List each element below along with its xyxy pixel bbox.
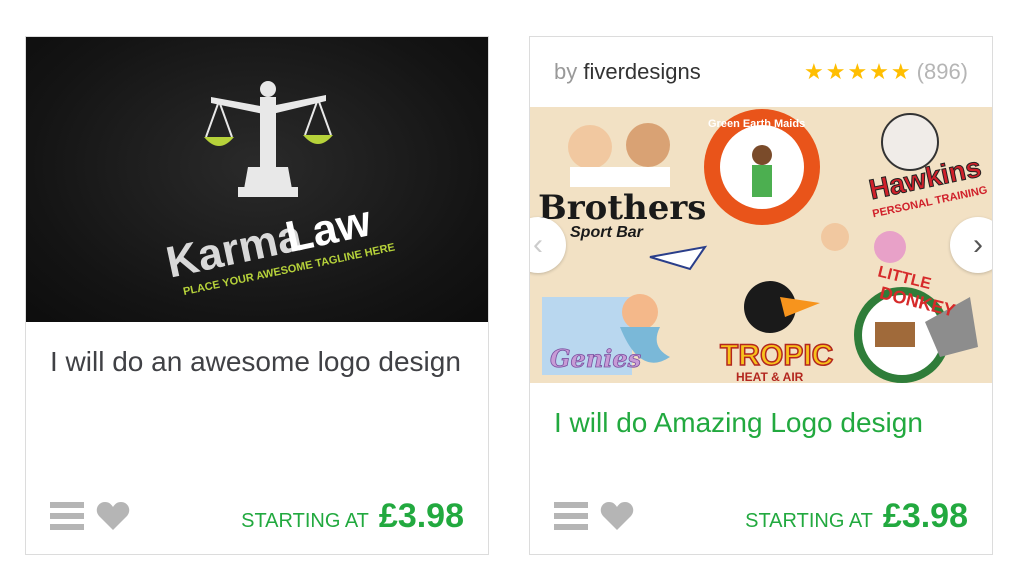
logo-green-earth-maids: Green Earth Maids bbox=[708, 118, 805, 130]
logo-brothers: Brothers bbox=[538, 188, 706, 228]
gig-title[interactable]: I will do an awesome logo design bbox=[26, 342, 488, 382]
gig-thumbnail[interactable]: Karma Law PLACE YOUR AWESOME TAGLINE HER… bbox=[26, 37, 488, 322]
gig-footer: STARTING AT £3.98 bbox=[26, 494, 488, 538]
logo-heat-air: HEAT & AIR bbox=[736, 370, 804, 383]
gig-actions bbox=[554, 501, 634, 531]
logo-collage-image: Brothers Sport Bar Green Earth Maids Haw… bbox=[538, 109, 988, 383]
gig-footer: STARTING AT £3.98 bbox=[530, 494, 992, 538]
logo-sport-bar: Sport Bar bbox=[570, 224, 644, 241]
chevron-left-icon: ‹ bbox=[533, 228, 543, 261]
heart-icon[interactable] bbox=[96, 501, 130, 531]
seller-prefix: by bbox=[554, 59, 578, 84]
collections-menu-icon[interactable] bbox=[50, 502, 84, 530]
rating: ★★★★★ (896) bbox=[804, 59, 968, 85]
starting-at-label: STARTING AT bbox=[241, 509, 369, 532]
collections-menu-icon[interactable] bbox=[554, 502, 588, 530]
gig-thumbnail[interactable]: Brothers Sport Bar Green Earth Maids Haw… bbox=[530, 107, 992, 383]
gig-title[interactable]: I will do Amazing Logo design bbox=[530, 403, 992, 443]
seller-name[interactable]: fiverdesigns bbox=[583, 59, 700, 84]
price-amount: £3.98 bbox=[882, 496, 968, 535]
price-link[interactable]: STARTING AT £3.98 bbox=[745, 497, 968, 536]
price-link[interactable]: STARTING AT £3.98 bbox=[241, 497, 464, 536]
gig-card[interactable]: Karma Law PLACE YOUR AWESOME TAGLINE HER… bbox=[25, 36, 489, 555]
price-amount: £3.98 bbox=[378, 496, 464, 535]
logo-genies: Genies bbox=[550, 344, 642, 373]
heart-icon[interactable] bbox=[600, 501, 634, 531]
seller-bar: by fiverdesigns ★★★★★ (896) bbox=[530, 37, 992, 107]
star-rating-icon: ★★★★★ bbox=[804, 59, 913, 84]
gig-card[interactable]: by fiverdesigns ★★★★★ (896) Brothers Spo… bbox=[529, 36, 993, 555]
karmalaw-logo-image: Karma Law PLACE YOUR AWESOME TAGLINE HER… bbox=[162, 81, 396, 298]
starting-at-label: STARTING AT bbox=[745, 509, 873, 532]
gig-actions bbox=[50, 501, 130, 531]
chevron-right-icon: › bbox=[973, 228, 983, 261]
rating-count: (896) bbox=[916, 59, 968, 84]
logo-tropic: TROPIC bbox=[720, 339, 833, 372]
seller-info: by fiverdesigns bbox=[554, 59, 701, 85]
